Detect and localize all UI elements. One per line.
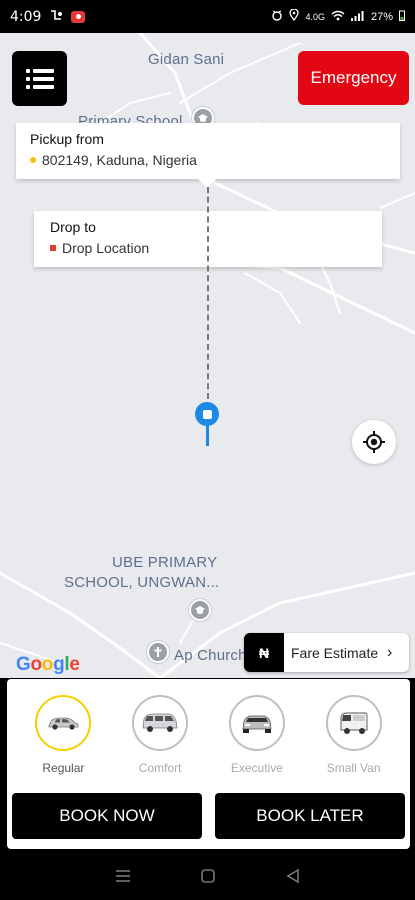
system-nav-bar <box>0 851 415 900</box>
list-menu-icon <box>25 68 54 73</box>
location-icon <box>289 8 300 24</box>
vehicle-option-comfort[interactable]: Comfort <box>114 695 206 775</box>
sedan-car-icon <box>35 695 92 751</box>
pickup-title: Pickup from <box>30 131 104 147</box>
school-poi-icon[interactable] <box>189 599 211 621</box>
my-location-button[interactable] <box>352 420 396 464</box>
map-label-ube-line1: UBE PRIMARY <box>112 554 218 571</box>
chevron-right-icon: › <box>387 643 393 661</box>
location-pin-stem <box>206 424 209 446</box>
home-icon[interactable] <box>198 866 218 886</box>
map-label-ube-line2: SCHOOL, UNGWAN... <box>64 574 220 591</box>
map-label-ap-church: Ap Church <box>174 647 247 664</box>
menu-button[interactable] <box>12 51 67 106</box>
pickup-address: 802149, Kaduna, Nigeria <box>42 152 197 168</box>
status-time: 4:09 <box>10 8 42 25</box>
pickup-marker-icon <box>30 157 36 163</box>
google-logo: Google <box>16 654 80 675</box>
vehicle-option-small-van[interactable]: Small Van <box>308 695 400 775</box>
crosshair-icon <box>363 431 385 453</box>
map-label-gidan-sani: Gidan Sani <box>148 51 225 68</box>
vehicle-option-executive[interactable]: Executive <box>211 695 303 775</box>
wifi-icon <box>331 10 345 24</box>
emergency-button[interactable]: Emergency <box>298 51 409 105</box>
status-bar: 4:09 4.0G 27% <box>0 0 415 33</box>
battery-level: 27% <box>370 10 393 23</box>
vehicle-label-small-van: Small Van <box>326 761 381 775</box>
alarm-icon <box>271 9 283 24</box>
vehicle-label-comfort: Comfort <box>138 761 182 775</box>
screen-record-icon <box>71 10 86 23</box>
drop-marker-icon <box>50 245 56 251</box>
vehicle-label-regular: Regular <box>42 761 85 775</box>
fare-estimate-label: Fare Estimate <box>291 644 379 661</box>
van-icon <box>325 695 382 751</box>
vehicle-option-regular[interactable]: Regular <box>17 695 109 775</box>
vehicle-list: Regular Comfort Executive Small Van <box>7 679 410 775</box>
location-pin-icon[interactable] <box>195 402 219 426</box>
signal-icon <box>350 10 365 24</box>
vehicle-selection-sheet: Regular Comfort Executive Small Van BOOK… <box>7 679 410 849</box>
route-line <box>207 187 209 399</box>
back-icon[interactable] <box>283 866 303 886</box>
pickup-card[interactable]: Pickup from 802149, Kaduna, Nigeria <box>16 123 400 188</box>
recents-icon[interactable] <box>113 866 133 886</box>
fare-estimate-button[interactable]: ₦ Fare Estimate › <box>244 633 409 672</box>
suv-icon <box>228 695 285 751</box>
book-later-button[interactable]: BOOK LATER <box>215 793 405 839</box>
network-type: 4.0G <box>305 11 325 22</box>
drop-address: Drop Location <box>62 240 150 256</box>
battery-icon <box>399 10 405 24</box>
notification-icon <box>49 9 63 24</box>
naira-icon: ₦ <box>244 633 284 672</box>
vehicle-label-executive: Executive <box>230 761 283 775</box>
book-now-button[interactable]: BOOK NOW <box>12 793 202 839</box>
church-poi-icon[interactable] <box>147 641 169 663</box>
minivan-icon <box>132 695 189 751</box>
booking-actions: BOOK NOW BOOK LATER <box>12 793 405 839</box>
